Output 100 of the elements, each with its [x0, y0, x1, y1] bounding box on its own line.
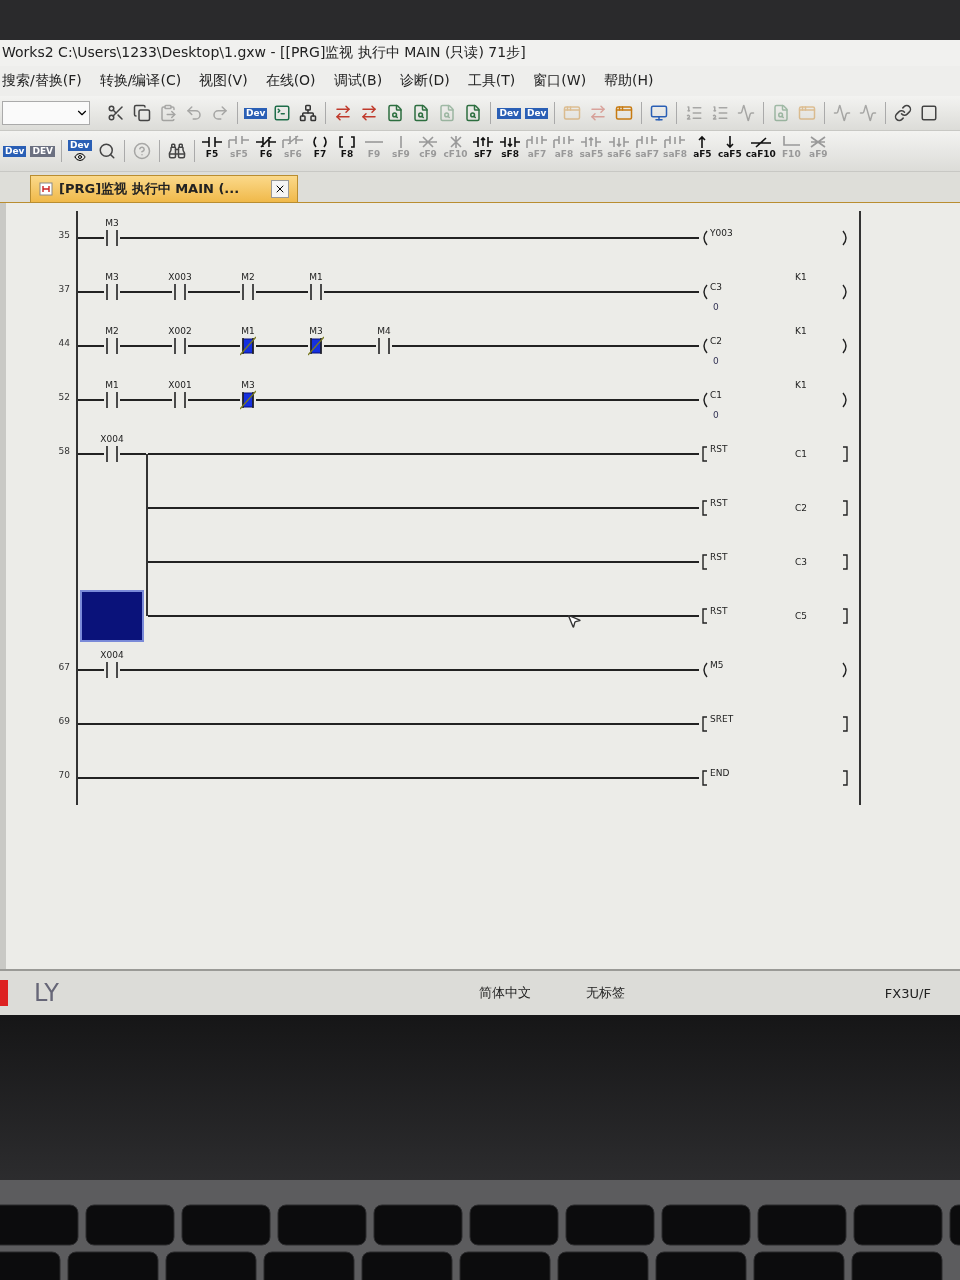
- label-status: 无标签: [585, 984, 625, 1002]
- ladder-tool-button[interactable]: sF8: [497, 135, 523, 167]
- square-bracket-icon: [841, 500, 851, 516]
- coil-device-label: C1: [709, 390, 723, 400]
- binoculars-icon: [167, 142, 186, 160]
- setting-value: K1: [795, 272, 808, 282]
- instruction-label: RST: [709, 444, 729, 454]
- ladder-tool-button[interactable]: F7: [307, 135, 333, 167]
- menu-item[interactable]: 调试(B): [333, 72, 383, 90]
- coil-device-label: Y003: [709, 228, 734, 238]
- step-number: 44: [57, 338, 71, 348]
- device-label: M3: [309, 326, 323, 336]
- ladder-tool-button[interactable]: sF7: [470, 135, 496, 167]
- menu-item[interactable]: 转换/编译(C): [99, 72, 182, 90]
- dropdown-field[interactable]: [2, 101, 90, 125]
- step-number: 35: [57, 230, 71, 240]
- toolbar-button[interactable]: Dev: [2, 136, 28, 166]
- instruction-label: END: [709, 768, 731, 778]
- step-number: 52: [57, 392, 71, 402]
- window-icon: [563, 104, 582, 122]
- coil-device-label: C2: [709, 336, 723, 346]
- ladder-symbol-icon: [608, 135, 631, 149]
- ladder-symbol-icon: [417, 135, 439, 149]
- app-icon: [0, 980, 8, 1006]
- editor-tab[interactable]: [PRG]监视 执行中 MAIN (...: [30, 175, 298, 202]
- menu-item[interactable]: 窗口(W): [533, 72, 587, 90]
- toolbar-button[interactable]: Dev: [496, 98, 522, 128]
- square-bracket-icon: [841, 554, 851, 570]
- window-icon: [798, 104, 817, 122]
- close-icon: [274, 183, 286, 195]
- ladder-tool-button[interactable]: caF5: [716, 135, 743, 167]
- ladder-tool-button[interactable]: caF10: [744, 135, 777, 167]
- toolbar-button[interactable]: Dev: [523, 98, 550, 128]
- toolbar-button[interactable]: Dev: [243, 98, 269, 128]
- network-icon: [299, 104, 318, 122]
- device-label: M4: [377, 326, 391, 336]
- ladder-symbol-icon: [398, 135, 404, 149]
- menu-item[interactable]: 在线(O): [265, 72, 316, 90]
- user-label: LY: [34, 979, 59, 1007]
- square-bracket-icon: [841, 770, 851, 786]
- coil-device-label: C3: [709, 282, 723, 292]
- pulse-icon: [833, 104, 852, 122]
- ladder-symbol-icon: [228, 135, 250, 149]
- ladder-symbol-icon: [201, 135, 223, 149]
- window-title: Works2 C:\Users\1233\Desktop\1.gxw - [[PRG]监视 执行中 MAIN (只读) 71步]: [2, 44, 526, 62]
- window-icon: [615, 104, 634, 122]
- current-value: 0: [712, 302, 720, 314]
- ladder-tool-button[interactable]: F8: [334, 135, 360, 167]
- ladder-tool-button[interactable]: F5: [199, 135, 225, 167]
- operand-label: C1: [795, 449, 808, 459]
- device-label: M3: [105, 272, 119, 282]
- device-label: X001: [168, 380, 192, 390]
- device-label: M2: [241, 272, 255, 282]
- language-status: 简体中文: [478, 984, 531, 1002]
- terminal-icon: [273, 104, 292, 122]
- square-bracket-icon: [699, 500, 709, 516]
- menu-item[interactable]: 工具(T): [467, 72, 516, 90]
- ladder-tool-button[interactable]: aF5: [689, 135, 715, 167]
- menu-item[interactable]: 帮助(H): [604, 72, 654, 90]
- current-value: 0: [712, 410, 720, 422]
- device-label: X002: [168, 326, 192, 336]
- setting-value: K1: [795, 380, 808, 390]
- operand-label: C3: [795, 557, 808, 567]
- ladder-symbol-icon: [526, 135, 548, 149]
- square-bracket-icon: [699, 716, 709, 732]
- ladder-symbol-icon: [336, 135, 358, 149]
- device-label: M1: [309, 272, 323, 282]
- ladder-tool-button[interactable]: F6: [253, 135, 279, 167]
- arrows-icon: [589, 104, 608, 122]
- scissors-icon: [107, 104, 125, 122]
- menu-item[interactable]: 视图(V): [199, 72, 248, 90]
- step-number: 70: [57, 770, 71, 780]
- toolbar-button[interactable]: Dev: [67, 136, 93, 166]
- instruction-label: RST: [709, 552, 729, 562]
- operand-label: C2: [795, 503, 808, 513]
- monitor-icon: [650, 104, 669, 122]
- device-label: X004: [100, 434, 124, 444]
- step-number: 37: [57, 284, 71, 294]
- close-button[interactable]: [271, 180, 289, 198]
- square-bracket-icon: [841, 608, 851, 624]
- redo-icon: [211, 104, 229, 122]
- copy-icon: [133, 104, 151, 122]
- file-search-icon: [386, 104, 405, 122]
- arrows-icon: [360, 104, 379, 122]
- device-label: M1: [105, 380, 119, 390]
- menu-item[interactable]: 诊断(D): [400, 72, 450, 90]
- instruction-label: RST: [709, 606, 729, 616]
- setting-value: K1: [795, 326, 808, 336]
- ladder-symbol-icon: [499, 135, 521, 149]
- instruction-label: RST: [709, 498, 729, 508]
- ladder-symbol-icon: [553, 135, 575, 149]
- link-icon: [894, 104, 913, 122]
- square-bracket-icon: [699, 608, 709, 624]
- stop-icon: [920, 104, 939, 122]
- square-bracket-icon: [699, 770, 709, 786]
- menu-item[interactable]: 搜索/替换(F): [2, 72, 82, 90]
- ladder-symbol-icon: [663, 135, 686, 149]
- ladder-symbol-icon: [780, 135, 803, 149]
- ladder-document-icon: [39, 182, 53, 196]
- square-bracket-icon: [841, 446, 851, 462]
